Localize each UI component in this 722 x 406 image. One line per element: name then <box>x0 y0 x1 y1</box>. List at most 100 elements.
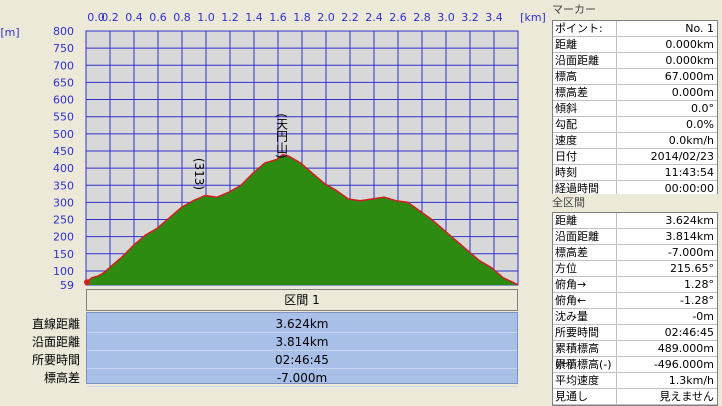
marker-value: 0.0° <box>691 102 714 115</box>
total-value: 02:46:45 <box>664 326 714 339</box>
total-row: 累積標高(+) 489.000m <box>553 341 717 370</box>
marker-label: 速度 <box>555 133 617 148</box>
x-tick-label: 2.2 <box>341 11 359 24</box>
marker-value: No. 1 <box>685 22 714 35</box>
profile-svg[interactable]: 0.00.2 0.4 0.6 0.8 1.0 1.2 1.4 1.6 1.8 2.0 2.2 2.4 2… <box>0 0 548 292</box>
x-tick-label: 0.4 <box>125 11 143 24</box>
elevation-profile-chart[interactable]: 0.0 0.2 0.4 0.6 0.8 1.0 1.2 1.4 1.6 1.8 2.0 2.2 2.4 2… <box>0 0 548 292</box>
marker-row: 標高 67.000m <box>553 69 717 85</box>
y-tick-label: 59 <box>60 279 74 292</box>
x-tick-label: 1.6 <box>269 11 287 24</box>
total-row: 沿面距離 3.814km <box>553 229 717 245</box>
x-tick-label: 2.6 <box>389 11 407 24</box>
total-label: 俯角→ <box>555 277 617 292</box>
marker-label: ポイント: <box>555 21 617 36</box>
y-tick-label: 250 <box>53 214 74 227</box>
marker-label: 標高差 <box>555 85 617 100</box>
total-value: -496.000m <box>653 358 714 371</box>
marker-label: 標高 <box>555 69 617 84</box>
total-row: 方位 215.65° <box>553 261 717 277</box>
total-value: -7.000m <box>667 246 714 259</box>
marker-row: 沿面距離 0.000km <box>553 53 717 69</box>
x-tick-label: 1.8 <box>293 11 311 24</box>
x-tick-label: 1.4 <box>245 11 263 24</box>
total-label: 累積標高(-) <box>555 357 617 372</box>
peak-annotation: (313) <box>192 158 206 190</box>
total-value: 見えません <box>659 390 714 403</box>
marker-row: 速度 0.0km/h <box>553 133 717 149</box>
required-time-label: 所要時間 <box>31 353 80 367</box>
y-tick-label: 450 <box>53 145 74 158</box>
y-tick-label: 700 <box>53 59 74 72</box>
total-value: 215.65° <box>670 262 714 275</box>
total-row: 標高差 -7.000m <box>553 245 717 261</box>
marker-value: 0.0km/h <box>668 134 714 147</box>
total-label: 標高差 <box>555 245 617 260</box>
total-value: 1.3km/h <box>668 374 714 387</box>
x-tick-label: 3.4 <box>485 11 503 24</box>
x-tick-label: 0.8 <box>173 11 191 24</box>
y-tick-label: 500 <box>53 128 74 141</box>
marker-row: 時刻 11:43:54 <box>553 165 717 181</box>
y-tick-label: 800 <box>53 25 74 38</box>
y-tick-label: 550 <box>53 111 74 124</box>
straight-distance-label: 直線距離 <box>31 317 80 331</box>
total-label: 方位 <box>555 261 617 276</box>
marker-value: 2014/02/23 <box>650 150 714 163</box>
total-label: 見通し <box>555 389 617 404</box>
y-tick-label: 100 <box>53 265 74 278</box>
total-value: 3.814km <box>665 230 714 243</box>
marker-row: 傾斜 0.0° <box>553 101 717 117</box>
marker-row: 距離 0.000km <box>553 37 717 53</box>
y-tick-label: 300 <box>53 196 74 209</box>
marker-label: 距離 <box>555 37 617 52</box>
y-tick-label: 400 <box>53 162 74 175</box>
total-panel-title: 全区間 <box>549 194 722 211</box>
x-tick-label: 2.4 <box>365 11 383 24</box>
total-row: 所要時間 02:46:45 <box>553 325 717 341</box>
marker-label: 日付 <box>555 149 617 164</box>
total-row: 俯角← -1.28° <box>553 293 717 309</box>
total-row: 見通し 見えません <box>553 389 717 405</box>
straight-distance-value: 3.624km <box>87 315 517 333</box>
y-tick-label: 200 <box>53 231 74 244</box>
total-label: 俯角← <box>555 293 617 308</box>
marker-row: 日付 2014/02/23 <box>553 149 717 165</box>
x-tick-label: 1.0 <box>197 11 215 24</box>
total-row: 累積標高(-) -496.000m <box>553 357 717 373</box>
marker-panel: ポイント: No. 1 距離 0.000km 沿面距離 0.000km 標高 67.000m 標… <box>552 20 718 198</box>
section-summary: 3.624km 3.814km 02:46:45 -7.000m <box>86 312 518 387</box>
total-row: 距離 3.624km <box>553 213 717 229</box>
x-tick-label: 0.6 <box>149 11 167 24</box>
y-tick-label: 650 <box>53 76 74 89</box>
x-tick-label: 0.2 <box>101 11 119 24</box>
marker-value: 0.000m <box>671 86 714 99</box>
total-label: 距離 <box>555 213 617 228</box>
marker-row: 標高差 0.000m <box>553 85 717 101</box>
marker-value: 67.000m <box>664 70 714 83</box>
total-row: 沈み量 -0m <box>553 309 717 325</box>
surface-distance-label: 沿面距離 <box>31 335 80 349</box>
y-unit-label: [m] <box>0 26 19 39</box>
total-label: 沈み量 <box>555 309 617 324</box>
x-tick-label: 1.2 <box>221 11 239 24</box>
surface-distance-value: 3.814km <box>87 333 517 351</box>
x-tick-label: 2.0 <box>317 11 335 24</box>
total-value: -0m <box>692 310 714 323</box>
marker-label: 時刻 <box>555 165 617 180</box>
y-tick-label: 350 <box>53 179 74 192</box>
total-row: 俯角→ 1.28° <box>553 277 717 293</box>
x-tick-label: 3.2 <box>461 11 479 24</box>
total-label: 所要時間 <box>555 325 617 340</box>
marker-panel-title: マーカー <box>549 1 722 18</box>
x-tick-label: 3.0 <box>437 11 455 24</box>
total-label: 沿面距離 <box>555 229 617 244</box>
x-unit-label: [km] <box>520 11 546 24</box>
y-tick-label: 750 <box>53 42 74 55</box>
elevation-diff-label: 標高差 <box>43 371 80 385</box>
total-value: 489.000m <box>657 342 714 355</box>
marker-row: ポイント: No. 1 <box>553 21 717 37</box>
peak-annotation: (天円山) <box>274 113 288 158</box>
marker-row: 勾配 0.0% <box>553 117 717 133</box>
section-header[interactable]: 区間 1 <box>86 289 518 311</box>
